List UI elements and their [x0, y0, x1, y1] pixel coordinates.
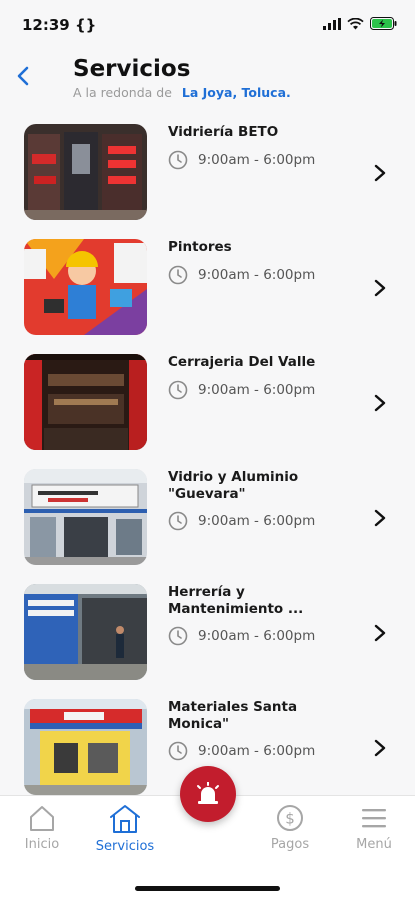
svg-text:$: $: [285, 810, 295, 828]
hamburger-menu-icon: [362, 809, 386, 828]
tab-menu-label: Menú: [356, 837, 392, 852]
service-hours: 9:00am - 6:00pm: [168, 511, 315, 531]
store-icon: [110, 805, 140, 833]
hours-text: 9:00am - 6:00pm: [198, 628, 316, 644]
service-item[interactable]: Vidrio y Aluminio "Guevara" 9:00am - 6:0…: [0, 463, 415, 578]
tab-servicios-label: Servicios: [95, 839, 155, 854]
hours-text: 9:00am - 6:00pm: [198, 382, 316, 398]
service-name: Cerrajeria Del Valle: [168, 354, 316, 370]
chevron-left-icon: [17, 66, 29, 86]
page-title: Servicios: [73, 56, 191, 82]
service-hours: 9:00am - 6:00pm: [168, 741, 315, 761]
siren-icon: [197, 782, 219, 804]
location-subtitle: A la redonda de La Joya, Toluca.: [73, 85, 291, 100]
emergency-alert-button[interactable]: [180, 766, 236, 822]
status-icons: [323, 17, 397, 30]
service-name: Herrería y Mantenimiento ...: [168, 584, 304, 617]
chevron-right-icon: [374, 509, 386, 527]
tab-menu[interactable]: Menú: [329, 804, 415, 852]
subtitle-prefix: A la redonda de: [73, 85, 172, 100]
tab-inicio-label: Inicio: [24, 837, 60, 852]
clock-icon: [168, 626, 188, 646]
clock-icon: [168, 380, 188, 400]
service-thumbnail: [24, 699, 147, 795]
hours-text: 9:00am - 6:00pm: [198, 743, 316, 759]
services-list: Vidriería BETO 9:00am - 6:00pm Pintores …: [0, 118, 415, 808]
tab-servicios[interactable]: Servicios: [80, 804, 170, 854]
chevron-right-icon: [374, 394, 386, 412]
clock-icon: [168, 265, 188, 285]
location-link[interactable]: La Joya, Toluca.: [182, 85, 291, 100]
service-thumbnail: [24, 354, 147, 450]
cellular-signal-icon: [323, 17, 341, 30]
clock-icon: [168, 511, 188, 531]
status-time: 12:39 {}: [22, 16, 97, 34]
service-item[interactable]: Pintores 9:00am - 6:00pm: [0, 233, 415, 348]
service-thumbnail: [24, 469, 147, 565]
dollar-icon: $: [277, 805, 303, 831]
tab-pagos-label: Pagos: [270, 837, 310, 852]
service-thumbnail: [24, 239, 147, 335]
service-hours: 9:00am - 6:00pm: [168, 150, 315, 170]
service-name: Vidrio y Aluminio "Guevara": [168, 469, 299, 502]
service-hours: 9:00am - 6:00pm: [168, 380, 315, 400]
clock-icon: [168, 150, 188, 170]
tab-inicio[interactable]: Inicio: [0, 804, 87, 852]
battery-charging-icon: [370, 17, 397, 30]
service-name: Materiales Santa Monica": [168, 699, 298, 732]
service-item[interactable]: Vidriería BETO 9:00am - 6:00pm: [0, 118, 415, 233]
status-bar: 12:39 {}: [0, 0, 415, 50]
home-indicator: [135, 886, 280, 891]
chevron-right-icon: [374, 739, 386, 757]
hours-text: 9:00am - 6:00pm: [198, 267, 316, 283]
service-name: Vidriería BETO: [168, 124, 279, 140]
service-hours: 9:00am - 6:00pm: [168, 626, 315, 646]
service-hours: 9:00am - 6:00pm: [168, 265, 315, 285]
service-thumbnail: [24, 584, 147, 680]
wifi-icon: [347, 17, 364, 29]
service-item[interactable]: Cerrajeria Del Valle 9:00am - 6:00pm: [0, 348, 415, 463]
tab-pagos[interactable]: $ Pagos: [245, 804, 335, 852]
hours-text: 9:00am - 6:00pm: [198, 513, 316, 529]
chevron-right-icon: [374, 279, 386, 297]
home-icon: [30, 806, 54, 831]
service-name: Pintores: [168, 239, 232, 255]
chevron-right-icon: [374, 164, 386, 182]
back-button[interactable]: [12, 64, 36, 88]
clock-icon: [168, 741, 188, 761]
service-thumbnail: [24, 124, 147, 220]
service-item[interactable]: Herrería y Mantenimiento ... 9:00am - 6:…: [0, 578, 415, 693]
hours-text: 9:00am - 6:00pm: [198, 152, 316, 168]
header: Servicios A la redonda de La Joya, Toluc…: [0, 50, 415, 112]
chevron-right-icon: [374, 624, 386, 642]
